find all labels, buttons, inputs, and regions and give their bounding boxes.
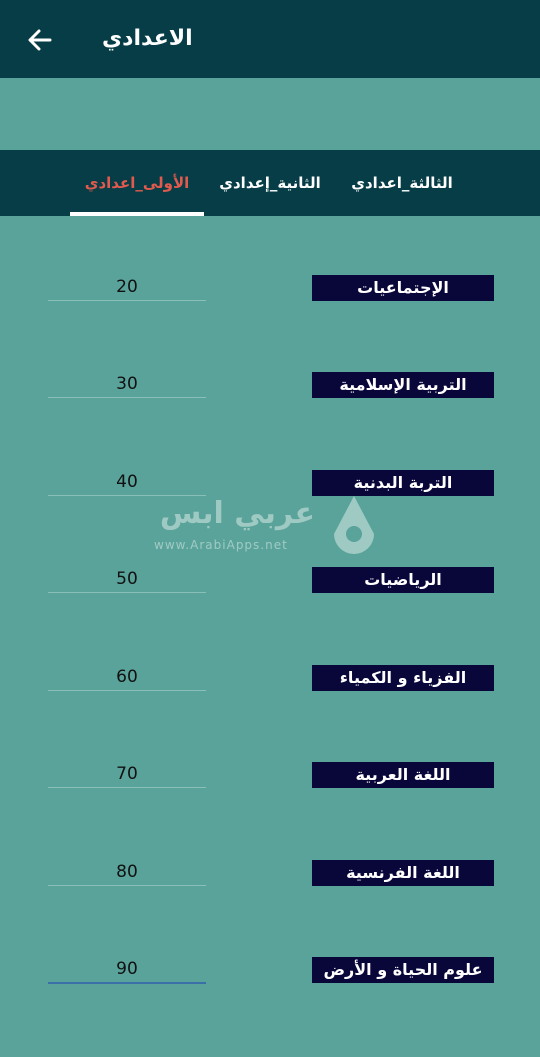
subject-arabic: اللغة العربية bbox=[312, 762, 494, 788]
watermark-text: عربي ابس bbox=[159, 496, 315, 531]
app-bar: الاعدادي bbox=[0, 0, 540, 78]
grade-input-life-earth-sciences[interactable]: 90 bbox=[48, 956, 206, 984]
subject-social-studies: الإجتماعيات bbox=[312, 275, 494, 301]
subject-mathematics: الرياضيات bbox=[312, 567, 494, 593]
watermark-url: www.ArabiApps.net bbox=[154, 538, 288, 552]
grade-input-social-studies[interactable]: 20 bbox=[48, 274, 206, 301]
tab-bar: الثالثة_اعدادي الثانية_إعدادي الأولى_اعد… bbox=[0, 150, 540, 216]
subject-physics-chemistry: الفزياء و الكمياء bbox=[312, 665, 494, 691]
grade-input-french[interactable]: 80 bbox=[48, 859, 206, 886]
active-tab-indicator bbox=[70, 212, 204, 216]
subject-islamic-education: التربية الإسلامية bbox=[312, 372, 494, 398]
back-button[interactable] bbox=[18, 20, 62, 60]
subject-physical-education: التربة البدنية bbox=[312, 470, 494, 496]
watermark: عربي ابس www.ArabiApps.net bbox=[150, 492, 390, 562]
tab-second-grade[interactable]: الثانية_إعدادي bbox=[206, 150, 334, 216]
grade-input-islamic-education[interactable]: 30 bbox=[48, 371, 206, 398]
arabiapps-logo-icon bbox=[334, 496, 374, 554]
subject-life-earth-sciences: علوم الحياة و الأرض bbox=[312, 957, 494, 983]
arrow-left-icon bbox=[28, 29, 52, 51]
grade-input-mathematics[interactable]: 50 bbox=[48, 566, 206, 593]
grade-input-physics-chemistry[interactable]: 60 bbox=[48, 664, 206, 691]
tab-third-grade[interactable]: الثالثة_اعدادي bbox=[338, 150, 466, 216]
subject-french: اللغة الفرنسية bbox=[312, 860, 494, 886]
grade-input-arabic[interactable]: 70 bbox=[48, 761, 206, 788]
tab-first-grade[interactable]: الأولى_اعدادي bbox=[70, 150, 204, 216]
grade-input-physical-education[interactable]: 40 bbox=[48, 469, 206, 496]
page-title: الاعدادي bbox=[102, 26, 193, 51]
